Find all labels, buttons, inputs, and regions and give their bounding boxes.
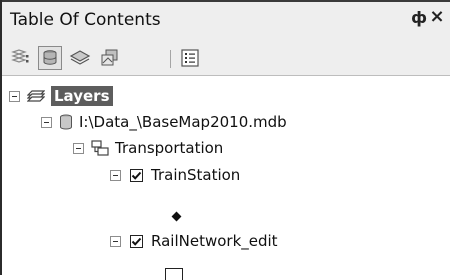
railnetwork-visibility-checkbox[interactable] [130, 234, 143, 248]
tree-row-transportation[interactable]: Transportation [73, 135, 223, 161]
list-by-source-icon[interactable] [38, 46, 62, 70]
collapse-trainstation-toggle[interactable] [110, 169, 121, 181]
point-symbol-icon[interactable] [171, 211, 182, 222]
table-of-contents-panel: Table Of Contents ф × Layers I:\Data_\Ba… [0, 0, 450, 280]
layers-label[interactable]: Layers [51, 86, 113, 106]
list-by-drawing-order-icon[interactable] [9, 46, 33, 70]
data-source-label[interactable]: I:\Data_\BaseMap2010.mdb [79, 113, 287, 131]
toc-toolbar [2, 38, 450, 76]
trainstation-label[interactable]: TrainStation [151, 166, 240, 184]
list-by-selection-icon[interactable] [98, 46, 122, 70]
tree-row-layers[interactable]: Layers [9, 83, 113, 109]
line-symbol-icon[interactable] [165, 268, 183, 280]
tree-row-data-source[interactable]: I:\Data_\BaseMap2010.mdb [41, 109, 287, 135]
collapse-transportation-toggle[interactable] [73, 142, 84, 154]
trainstation-visibility-checkbox[interactable] [130, 168, 143, 182]
list-by-visibility-icon[interactable] [68, 46, 92, 70]
check-icon [131, 237, 142, 246]
collapse-source-toggle[interactable] [41, 116, 52, 128]
tree-row-trainstation[interactable]: TrainStation [110, 162, 240, 188]
close-icon[interactable]: × [429, 7, 445, 27]
tree-row-railnetwork[interactable]: RailNetwork_edit [110, 228, 278, 254]
toolbar-separator [170, 50, 171, 68]
collapse-railnetwork-toggle[interactable] [110, 235, 121, 247]
feature-dataset-icon [91, 140, 109, 156]
check-icon [131, 171, 142, 180]
layers-stack-icon [27, 88, 45, 104]
database-icon [59, 114, 73, 130]
transportation-label[interactable]: Transportation [115, 139, 223, 157]
panel-title: Table Of Contents [10, 10, 161, 30]
title-bar: Table Of Contents ф × [2, 0, 450, 38]
layer-tree: Layers I:\Data_\BaseMap2010.mdb Transpor… [2, 77, 450, 280]
pin-icon[interactable]: ф [411, 8, 427, 28]
railnetwork-label[interactable]: RailNetwork_edit [151, 232, 278, 250]
collapse-layers-toggle[interactable] [9, 90, 20, 102]
options-icon[interactable] [178, 46, 202, 70]
